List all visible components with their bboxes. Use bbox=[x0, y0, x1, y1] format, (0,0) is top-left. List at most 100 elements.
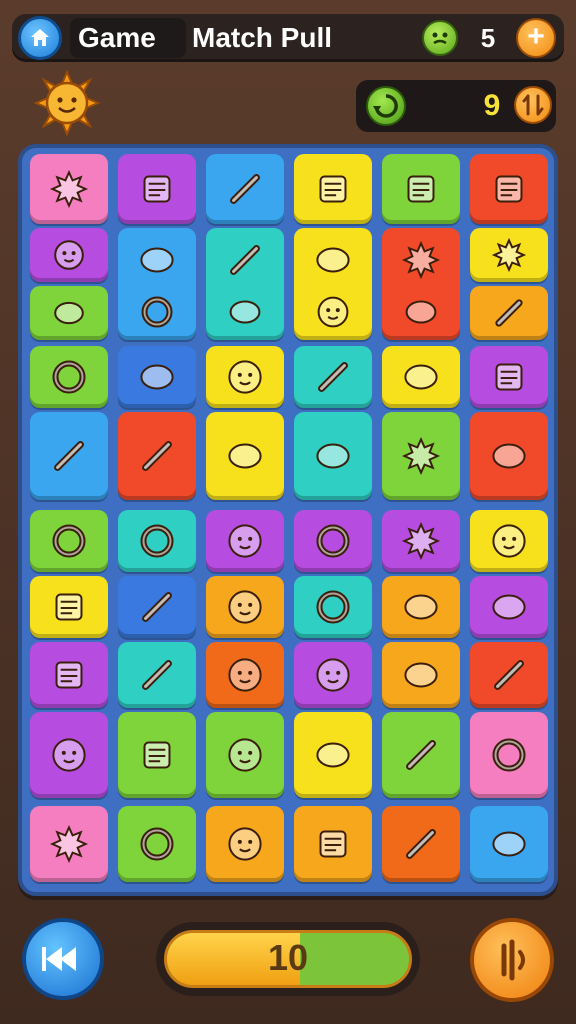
strawberry-icon bbox=[307, 729, 359, 781]
ball-icon bbox=[221, 288, 269, 336]
tile-t32[interactable] bbox=[118, 510, 196, 572]
tile-t36[interactable] bbox=[470, 510, 548, 572]
tile-t44[interactable] bbox=[118, 642, 196, 708]
tile-t3[interactable] bbox=[206, 154, 284, 224]
coin-count: 5 bbox=[480, 23, 496, 53]
tile-t31[interactable] bbox=[30, 510, 108, 572]
tile-t54[interactable] bbox=[470, 712, 548, 798]
cat-head-icon bbox=[219, 581, 271, 633]
tile-t34[interactable] bbox=[294, 510, 372, 572]
tile-t52[interactable] bbox=[294, 712, 372, 798]
tile-t1[interactable] bbox=[30, 154, 108, 224]
blue-ball-icon bbox=[395, 649, 447, 701]
tile-t53[interactable] bbox=[382, 712, 460, 798]
bear-face-icon bbox=[309, 288, 357, 336]
tile-t60[interactable] bbox=[470, 806, 548, 882]
tile-t58[interactable] bbox=[294, 806, 372, 882]
tile-t39[interactable] bbox=[206, 576, 284, 638]
flower-face-icon bbox=[43, 729, 95, 781]
game-board bbox=[18, 144, 558, 896]
tile-t55[interactable] bbox=[30, 806, 108, 882]
tile-t23[interactable] bbox=[382, 346, 460, 408]
home-icon bbox=[31, 29, 49, 46]
purple-face-icon bbox=[219, 515, 271, 567]
tile-t46[interactable] bbox=[294, 642, 372, 708]
bowl-icon bbox=[131, 234, 183, 286]
wand-icon bbox=[131, 430, 183, 482]
tile-t22[interactable] bbox=[294, 346, 372, 408]
tile-t45[interactable] bbox=[206, 642, 284, 708]
title-part-1: Game bbox=[70, 18, 186, 58]
gear-icon bbox=[395, 430, 447, 482]
wallet-icon bbox=[307, 818, 359, 870]
whistle-icon bbox=[131, 515, 183, 567]
flower-icon bbox=[43, 818, 95, 870]
back-button[interactable] bbox=[22, 918, 104, 1000]
tile-t26[interactable] bbox=[118, 412, 196, 500]
tile-t50[interactable] bbox=[118, 712, 196, 798]
tile-t15[interactable] bbox=[206, 284, 284, 340]
knife-icon bbox=[131, 649, 183, 701]
tile-t33[interactable] bbox=[206, 510, 284, 572]
tile-t12[interactable] bbox=[470, 228, 548, 282]
progress-bar: 10 bbox=[156, 922, 420, 996]
tile-t13[interactable] bbox=[30, 286, 108, 340]
tile-t18[interactable] bbox=[470, 286, 548, 340]
sun-icon bbox=[33, 69, 101, 137]
tile-t49[interactable] bbox=[30, 712, 108, 798]
tile-t24[interactable] bbox=[470, 346, 548, 408]
paintbrush-icon bbox=[395, 818, 447, 870]
lipstick-icon bbox=[219, 163, 271, 215]
tile-t6[interactable] bbox=[470, 154, 548, 224]
tile-t21[interactable] bbox=[206, 346, 284, 408]
spiral-shell-icon bbox=[483, 729, 535, 781]
tile-t48[interactable] bbox=[470, 642, 548, 708]
sound-icon bbox=[501, 939, 525, 981]
tile-t43[interactable] bbox=[30, 642, 108, 708]
tile-t40[interactable] bbox=[294, 576, 372, 638]
tile-t30[interactable] bbox=[470, 412, 548, 500]
devil-face-icon bbox=[219, 649, 271, 701]
smiley-button[interactable] bbox=[422, 20, 458, 56]
tile-t59[interactable] bbox=[382, 806, 460, 882]
tile-t19[interactable] bbox=[30, 346, 108, 408]
tile-t42[interactable] bbox=[470, 576, 548, 638]
tile-t20[interactable] bbox=[118, 346, 196, 408]
tile-t2[interactable] bbox=[118, 154, 196, 224]
cube-icon bbox=[43, 581, 95, 633]
tile-t29[interactable] bbox=[382, 412, 460, 500]
tile-t51[interactable] bbox=[206, 712, 284, 798]
slingshot-icon bbox=[483, 430, 535, 482]
tile-t4[interactable] bbox=[294, 154, 372, 224]
swap-icon bbox=[522, 94, 544, 116]
radio-icon bbox=[483, 351, 535, 403]
drill-icon bbox=[395, 581, 447, 633]
tile-t17[interactable] bbox=[382, 284, 460, 340]
swap-button[interactable] bbox=[514, 86, 552, 124]
cookie-icon bbox=[219, 351, 271, 403]
sound-button[interactable] bbox=[470, 918, 554, 1002]
tile-t7[interactable] bbox=[30, 228, 108, 282]
calculator-icon bbox=[131, 163, 183, 215]
rewind-icon bbox=[42, 947, 76, 971]
potion-icon bbox=[483, 818, 535, 870]
recycle-icon bbox=[373, 94, 398, 118]
tile-t41[interactable] bbox=[382, 576, 460, 638]
tile-t25[interactable] bbox=[30, 412, 108, 500]
tile-t28[interactable] bbox=[294, 412, 372, 500]
add-coins-button[interactable]: + bbox=[516, 18, 556, 58]
tile-t5[interactable] bbox=[382, 154, 460, 224]
tile-t35[interactable] bbox=[382, 510, 460, 572]
recycle-button[interactable] bbox=[366, 86, 406, 126]
brush-icon bbox=[395, 729, 447, 781]
tile-t37[interactable] bbox=[30, 576, 108, 638]
tile-t57[interactable] bbox=[206, 806, 284, 882]
tile-t56[interactable] bbox=[118, 806, 196, 882]
tile-t16[interactable] bbox=[294, 284, 372, 340]
tile-t47[interactable] bbox=[382, 642, 460, 708]
home-button[interactable] bbox=[18, 16, 62, 60]
tile-t14[interactable] bbox=[118, 284, 196, 340]
tile-t38[interactable] bbox=[118, 576, 196, 638]
tile-t27[interactable] bbox=[206, 412, 284, 500]
sun-burst-icon bbox=[395, 234, 447, 286]
